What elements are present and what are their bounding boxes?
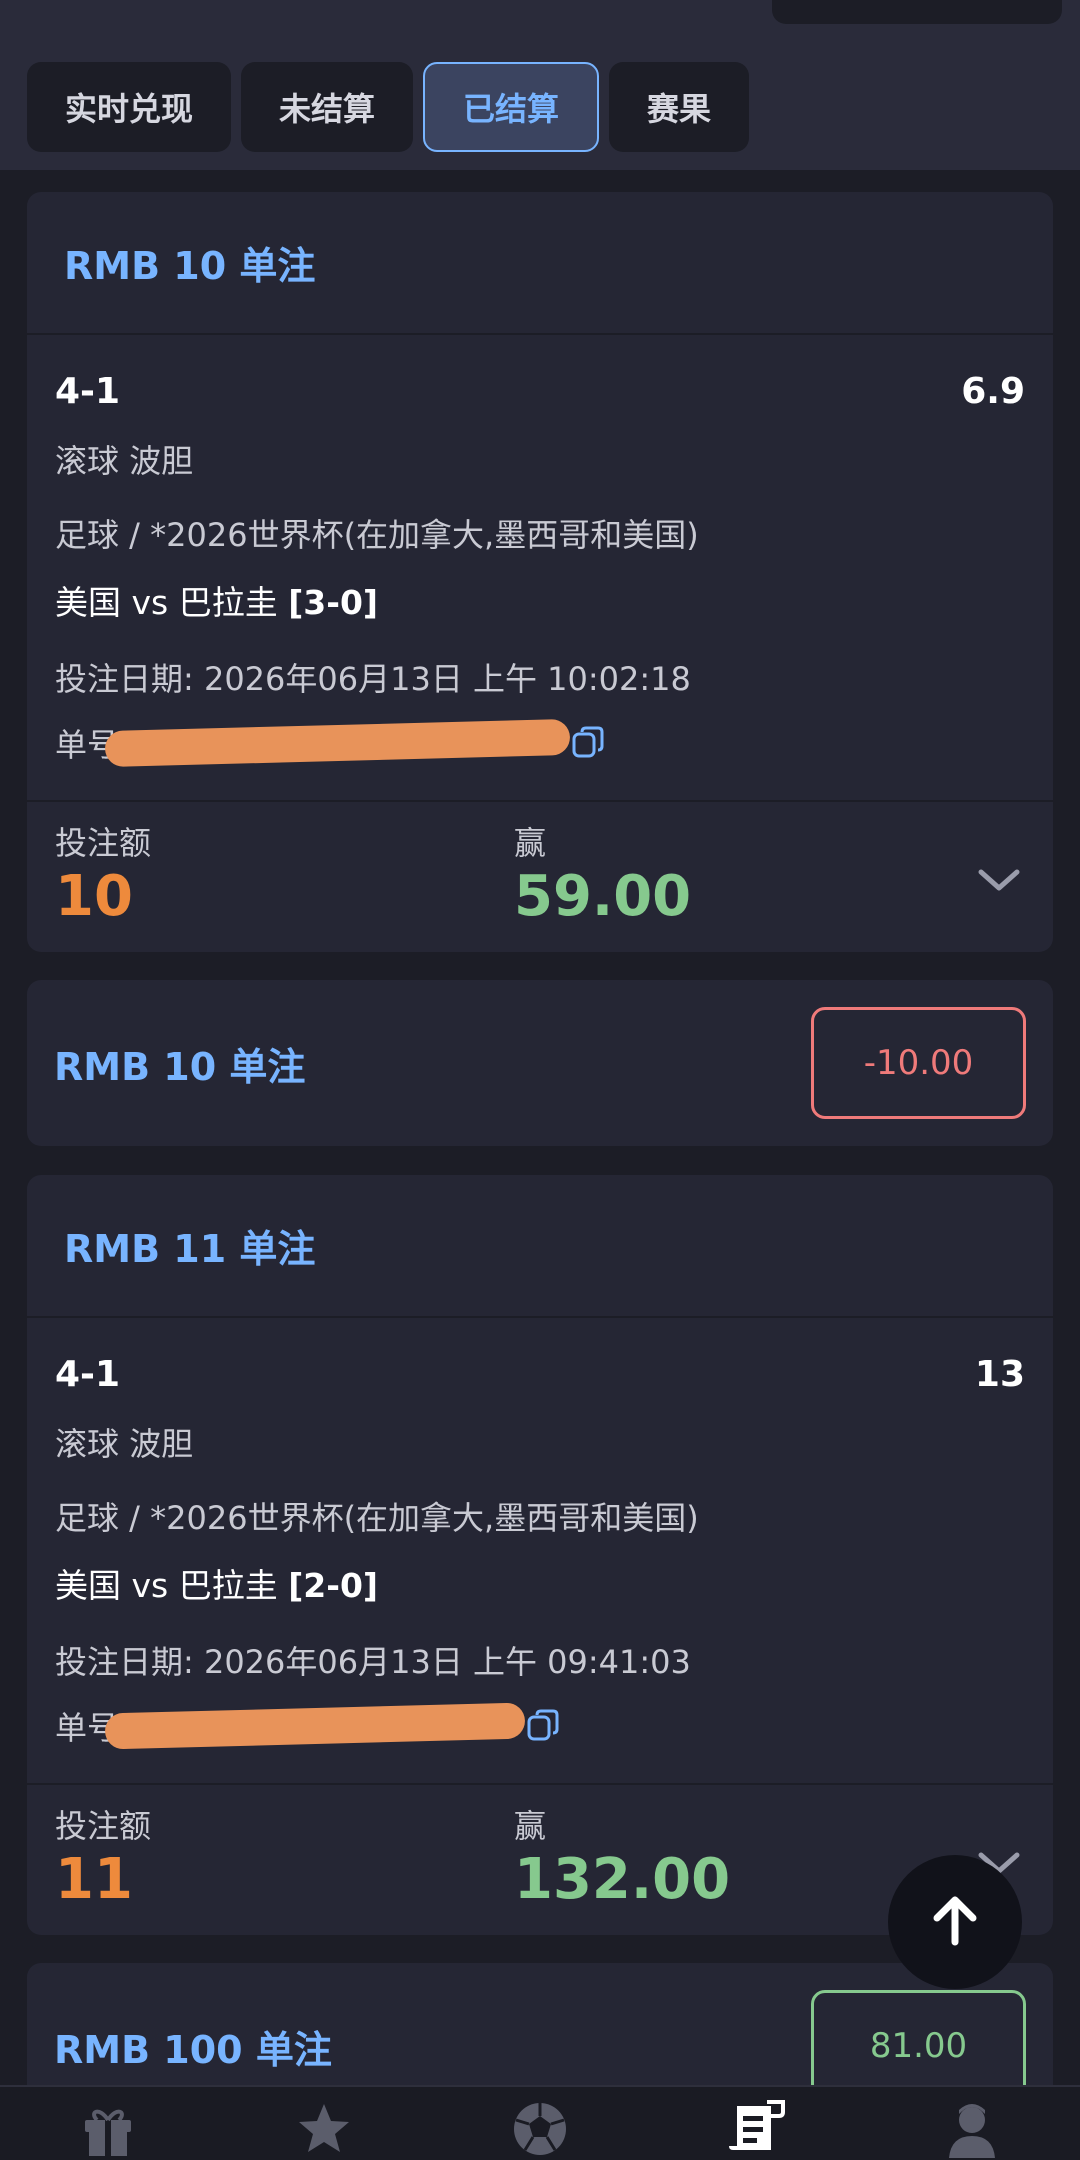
bet-ticket: 单号 [55, 718, 1025, 768]
bet-match: 美国 vs 巴拉圭 [2-0] [55, 1559, 1025, 1607]
bet-market: 滚球 波胆 [55, 442, 194, 480]
header-bar: 实时兑现 未结算 已结算 赛果 [0, 0, 1080, 170]
bet-date: 投注日期: 2026年06月13日 上午 09:41:03 [55, 1643, 691, 1681]
copy-icon[interactable] [570, 724, 608, 762]
nav-promotions[interactable] [76, 2099, 140, 2160]
bet-odds: 6.9 [961, 371, 1025, 412]
tab-results[interactable]: 赛果 [609, 62, 750, 152]
nav-bet-records[interactable] [724, 2099, 788, 2160]
ticket-number-redacted [104, 1702, 526, 1750]
bet-ticket: 单号 [55, 1702, 1025, 1750]
bet-title: RMB 10 单注 [64, 244, 316, 288]
ticket-number-redacted [104, 718, 571, 768]
bet-league: 足球 / *2026世界杯(在加拿大,墨西哥和美国) [55, 516, 699, 554]
match-teams: 美国 vs 巴拉圭 [55, 1566, 278, 1605]
soccer-ball-icon [511, 2100, 569, 2160]
bet-title: RMB 10 单注 [54, 1044, 306, 1089]
win-value: 132.00 [514, 1847, 731, 1912]
tab-cashout[interactable]: 实时兑现 [27, 62, 232, 152]
bet-odds: 13 [974, 1354, 1025, 1395]
bet-title: RMB 11 单注 [64, 1227, 316, 1271]
stake-label: 投注额 [55, 1807, 152, 1845]
bet-selection: 4-1 [55, 1354, 121, 1395]
bet-card-collapsed[interactable]: RMB 10 单注 -10.00 [27, 980, 1053, 1146]
gift-icon [79, 2100, 137, 2160]
star-icon [295, 2100, 353, 2160]
chevron-down-icon[interactable] [977, 858, 1021, 902]
win-label: 赢 [514, 1807, 547, 1845]
stake-value: 10 [55, 864, 133, 929]
bet-date: 投注日期: 2026年06月13日 上午 10:02:18 [55, 660, 691, 698]
bet-slip-icon [727, 2100, 785, 2160]
bottom-nav [0, 2085, 1080, 2160]
nav-favorites[interactable] [292, 2099, 356, 2160]
win-value: 59.00 [514, 864, 692, 929]
stake-value: 11 [55, 1847, 133, 1912]
scroll-top-button[interactable] [888, 1855, 1022, 1989]
bet-match: 美国 vs 巴拉圭 [3-0] [55, 576, 1025, 624]
bet-league: 足球 / *2026世界杯(在加拿大,墨西哥和美国) [55, 1499, 699, 1537]
nav-profile[interactable] [940, 2099, 1004, 2160]
tab-unsettled[interactable]: 未结算 [241, 62, 414, 152]
match-teams: 美国 vs 巴拉圭 [55, 583, 278, 622]
profile-icon [943, 2100, 1001, 2160]
tab-settled[interactable]: 已结算 [423, 62, 600, 152]
bet-tabs: 实时兑现 未结算 已结算 赛果 [27, 62, 750, 152]
header-title-cutoff [40, 0, 130, 4]
arrow-up-icon [925, 1890, 985, 1954]
bet-card[interactable]: RMB 11 单注 4-1 13 滚球 波胆 足球 / *2026世界杯(在加拿… [27, 1175, 1053, 1935]
bet-card[interactable]: RMB 10 单注 4-1 6.9 滚球 波胆 足球 / *2026世界杯(在加… [27, 192, 1053, 952]
copy-icon[interactable] [525, 1707, 563, 1745]
stake-label: 投注额 [55, 824, 152, 862]
bet-result-badge: -10.00 [811, 1007, 1026, 1119]
bet-market: 滚球 波胆 [55, 1425, 194, 1463]
bet-title: RMB 100 单注 [54, 2027, 332, 2072]
bet-selection: 4-1 [55, 371, 121, 412]
nav-sports[interactable] [508, 2099, 572, 2160]
match-score: [3-0] [288, 583, 378, 622]
match-score: [2-0] [288, 1566, 378, 1605]
win-label: 赢 [514, 824, 547, 862]
bet-card-header[interactable]: RMB 10 单注 [27, 192, 1053, 335]
bet-card-header[interactable]: RMB 11 单注 [27, 1175, 1053, 1318]
header-control[interactable] [772, 0, 1062, 24]
